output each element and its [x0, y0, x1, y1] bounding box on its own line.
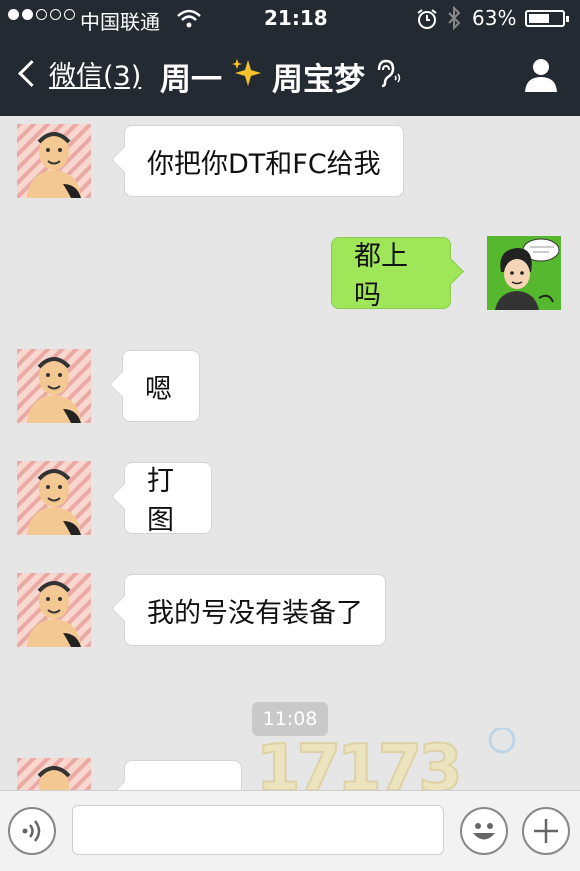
chevron-left-icon [18, 60, 45, 87]
message-text: 我的号没有装备了 [147, 597, 363, 629]
message-bubble-outgoing[interactable]: 都上吗 [331, 237, 451, 311]
message-bubble-incoming[interactable]: 你把你DT和FC给我 [124, 125, 404, 197]
back-label: 微信(3) [49, 61, 142, 92]
carrier-name: 中国联通 [80, 10, 160, 34]
battery-icon [525, 10, 569, 27]
message-text: 都上吗 [354, 241, 408, 311]
battery-percent: 63% [472, 6, 517, 30]
battery-fill [529, 14, 549, 23]
contact-avatar[interactable] [17, 124, 91, 198]
signal-strength [8, 9, 75, 20]
message-text: 嗯 [145, 373, 172, 405]
message-input[interactable] [72, 805, 444, 855]
contact-avatar[interactable] [17, 758, 91, 790]
signal-dot [36, 9, 47, 20]
battery-nub [566, 16, 569, 22]
back-button[interactable]: 微信(3) [14, 54, 141, 93]
alarm-icon [416, 8, 438, 35]
my-avatar[interactable] [487, 236, 561, 310]
signal-dot [64, 9, 75, 20]
voice-icon[interactable] [8, 807, 56, 855]
message-text: 你把你DT和FC给我 [147, 148, 381, 180]
timestamp-divider: 11:08 [252, 702, 328, 736]
sparkles-icon [230, 56, 264, 98]
emoji-icon[interactable] [460, 807, 508, 855]
contact-avatar[interactable] [17, 461, 91, 535]
chat-header: 微信(3) 周一 周宝梦 [0, 36, 580, 116]
bluetooth-icon [446, 5, 462, 35]
title-name: 周宝梦 [272, 62, 365, 98]
earpiece-icon [373, 58, 401, 96]
profile-icon[interactable] [524, 56, 558, 96]
title-prefix: 周一 [160, 62, 222, 98]
wifi-icon [176, 9, 202, 34]
message-bubble-incoming[interactable] [124, 760, 242, 790]
plus-icon[interactable] [522, 807, 570, 855]
status-bar: 中国联通 21:18 63% [0, 0, 580, 36]
input-bar [0, 790, 580, 871]
chat-title: 周一 周宝梦 [160, 54, 401, 99]
clock: 21:18 [264, 6, 328, 30]
message-text: 打图 [147, 466, 174, 536]
signal-dot [50, 9, 61, 20]
signal-dot [8, 9, 19, 20]
contact-avatar[interactable] [17, 573, 91, 647]
message-bubble-incoming[interactable]: 我的号没有装备了 [124, 574, 386, 646]
message-bubble-incoming[interactable]: 嗯 [122, 350, 200, 422]
contact-avatar[interactable] [17, 349, 91, 423]
signal-dot [22, 9, 33, 20]
message-bubble-incoming[interactable]: 打图 [124, 462, 212, 536]
